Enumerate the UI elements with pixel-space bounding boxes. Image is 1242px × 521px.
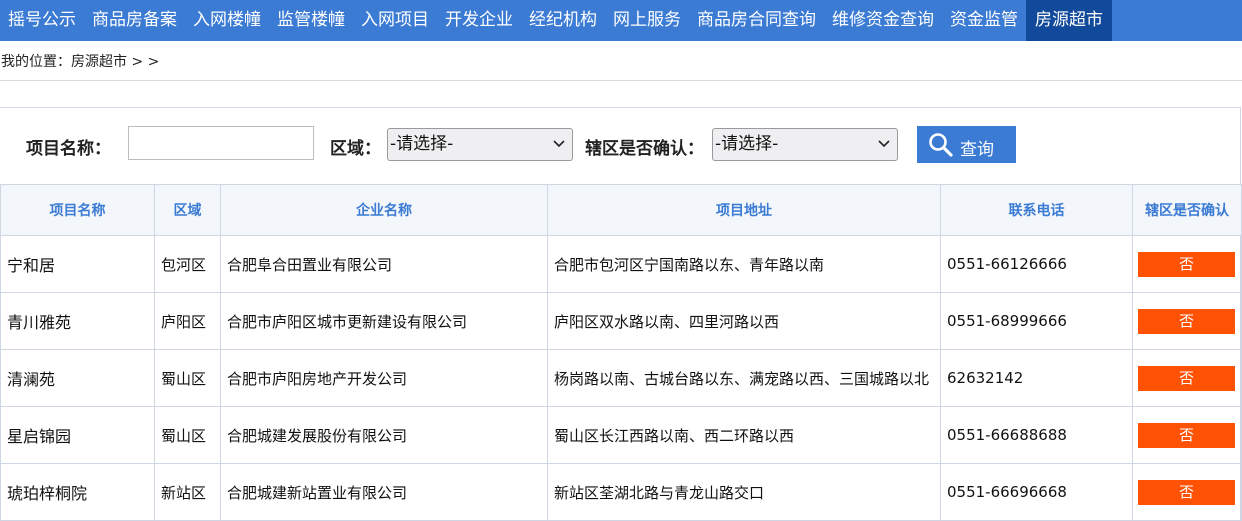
col-header-district: 区域	[154, 184, 221, 236]
status-badge: 否	[1138, 365, 1235, 391]
nav-item-lottery[interactable]: 摇号公示	[0, 0, 84, 41]
cell-address: 合肥市包河区宁国南路以东、青年路以南	[547, 235, 941, 293]
cell-phone: 62632142	[940, 349, 1133, 407]
nav-item-network-buildings[interactable]: 入网楼幢	[185, 0, 269, 41]
breadcrumb: 我的位置：房源超市 > >	[0, 41, 1242, 81]
cell-project-name: 宁和居	[0, 235, 155, 293]
cell-phone: 0551-68999666	[940, 292, 1133, 350]
confirm-select-value: -请选择-	[715, 134, 779, 154]
status-badge: 否	[1138, 308, 1235, 334]
cell-confirmed: 否	[1132, 292, 1242, 350]
confirm-select[interactable]: -请选择-	[712, 128, 898, 161]
cell-confirmed: 否	[1132, 235, 1242, 293]
status-badge: 否	[1138, 251, 1235, 277]
search-panel: 项目名称： 区域： -请选择- 辖区是否确认： -请选择- 查询 项目名称 区域…	[0, 107, 1242, 521]
district-select-value: -请选择-	[390, 134, 454, 154]
cell-district: 蜀山区	[154, 406, 221, 464]
nav-item-commercial-record[interactable]: 商品房备案	[84, 0, 185, 41]
district-select[interactable]: -请选择-	[387, 128, 573, 161]
search-form: 项目名称： 区域： -请选择- 辖区是否确认： -请选择- 查询	[0, 108, 1240, 184]
cell-company: 合肥阜合田置业有限公司	[220, 235, 548, 293]
nav-item-network-projects[interactable]: 入网项目	[353, 0, 437, 41]
cell-phone: 0551-66696668	[940, 463, 1133, 521]
nav-item-agencies[interactable]: 经纪机构	[521, 0, 605, 41]
cell-district: 庐阳区	[154, 292, 221, 350]
col-header-company: 企业名称	[220, 184, 548, 236]
cell-confirmed: 否	[1132, 463, 1242, 521]
col-header-project-name: 项目名称	[0, 184, 155, 236]
cell-project-name: 清澜苑	[0, 349, 155, 407]
cell-address: 新站区荃湖北路与青龙山路交口	[547, 463, 941, 521]
cell-district: 包河区	[154, 235, 221, 293]
cell-address: 蜀山区长江西路以南、西二环路以西	[547, 406, 941, 464]
nav-item-online-services[interactable]: 网上服务	[605, 0, 689, 41]
nav-item-fund-supervision[interactable]: 资金监管	[942, 0, 1026, 41]
table-row: 宁和居 包河区 合肥阜合田置业有限公司 合肥市包河区宁国南路以东、青年路以南 0…	[0, 235, 1242, 293]
confirm-label: 辖区是否确认：	[585, 139, 704, 159]
col-header-address: 项目地址	[547, 184, 941, 236]
chevron-down-icon	[553, 129, 565, 172]
nav-item-housing-supermarket[interactable]: 房源超市	[1026, 0, 1112, 41]
nav-item-contract-query[interactable]: 商品房合同查询	[689, 0, 824, 41]
nav-item-maintenance-fund-query[interactable]: 维修资金查询	[824, 0, 942, 41]
table-header-row: 项目名称 区域 企业名称 项目地址 联系电话 辖区是否确认	[0, 184, 1242, 236]
cell-confirmed: 否	[1132, 406, 1242, 464]
cell-district: 新站区	[154, 463, 221, 521]
query-button[interactable]: 查询	[917, 126, 1016, 163]
nav-item-developers[interactable]: 开发企业	[437, 0, 521, 41]
cell-company: 合肥城建新站置业有限公司	[220, 463, 548, 521]
cell-company: 合肥市庐阳房地产开发公司	[220, 349, 548, 407]
cell-phone: 0551-66126666	[940, 235, 1133, 293]
table-row: 清澜苑 蜀山区 合肥市庐阳房地产开发公司 杨岗路以南、古城台路以东、满宠路以西、…	[0, 349, 1242, 407]
chevron-down-icon	[878, 129, 890, 172]
table-row: 星启锦园 蜀山区 合肥城建发展股份有限公司 蜀山区长江西路以南、西二环路以西 0…	[0, 406, 1242, 464]
project-table: 项目名称 区域 企业名称 项目地址 联系电话 辖区是否确认 宁和居 包河区 合肥…	[0, 184, 1242, 521]
status-badge: 否	[1138, 422, 1235, 448]
cell-project-name: 琥珀梓桐院	[0, 463, 155, 521]
project-name-input[interactable]	[128, 126, 314, 160]
table-row: 青川雅苑 庐阳区 合肥市庐阳区城市更新建设有限公司 庐阳区双水路以南、四里河路以…	[0, 292, 1242, 350]
cell-confirmed: 否	[1132, 349, 1242, 407]
top-nav: 摇号公示 商品房备案 入网楼幢 监管楼幢 入网项目 开发企业 经纪机构 网上服务…	[0, 0, 1242, 41]
search-icon	[929, 133, 953, 157]
cell-district: 蜀山区	[154, 349, 221, 407]
query-button-label: 查询	[960, 140, 994, 160]
cell-address: 庐阳区双水路以南、四里河路以西	[547, 292, 941, 350]
cell-project-name: 青川雅苑	[0, 292, 155, 350]
col-header-confirmed: 辖区是否确认	[1132, 184, 1242, 236]
table-row: 琥珀梓桐院 新站区 合肥城建新站置业有限公司 新站区荃湖北路与青龙山路交口 05…	[0, 463, 1242, 521]
project-name-label: 项目名称：	[26, 139, 111, 159]
cell-company: 合肥市庐阳区城市更新建设有限公司	[220, 292, 548, 350]
status-badge: 否	[1138, 479, 1235, 505]
col-header-phone: 联系电话	[940, 184, 1133, 236]
cell-company: 合肥城建发展股份有限公司	[220, 406, 548, 464]
cell-phone: 0551-66688688	[940, 406, 1133, 464]
cell-address: 杨岗路以南、古城台路以东、满宠路以西、三国城路以北	[547, 349, 941, 407]
district-label: 区域：	[330, 139, 381, 159]
nav-item-supervised-buildings[interactable]: 监管楼幢	[269, 0, 353, 41]
cell-project-name: 星启锦园	[0, 406, 155, 464]
